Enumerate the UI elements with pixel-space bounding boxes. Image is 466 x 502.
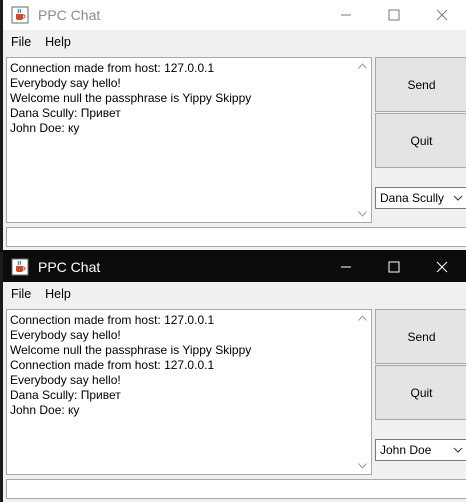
scroll-down-icon[interactable] xyxy=(358,463,367,469)
close-button[interactable] xyxy=(418,252,466,282)
chevron-down-icon xyxy=(453,195,463,201)
minimize-button[interactable] xyxy=(322,0,370,30)
vertical-scrollbar[interactable] xyxy=(354,58,371,222)
maximize-button[interactable] xyxy=(370,0,418,30)
menu-help[interactable]: Help xyxy=(39,287,77,301)
window-title: PPC Chat xyxy=(38,259,101,275)
chat-line: Welcome null the passphrase is Yippy Ski… xyxy=(10,343,252,357)
vertical-scrollbar[interactable] xyxy=(354,310,371,474)
close-icon xyxy=(436,261,448,273)
chat-line: John Doe: ку xyxy=(10,121,80,135)
window-title: PPC Chat xyxy=(38,7,101,23)
quit-button[interactable]: Quit xyxy=(375,365,466,420)
message-input[interactable] xyxy=(6,227,466,247)
minimize-icon xyxy=(341,266,351,268)
minimize-icon xyxy=(341,14,351,16)
user-select-value: John Doe xyxy=(380,443,432,457)
title-bar[interactable]: PPC Chat xyxy=(3,0,466,30)
chat-line: Dana Scully: Привет xyxy=(10,388,121,402)
user-select[interactable]: Dana Scully xyxy=(375,187,466,209)
chat-line: Connection made from host: 127.0.0.1 xyxy=(10,358,215,372)
menu-help[interactable]: Help xyxy=(39,35,77,49)
scroll-up-icon[interactable] xyxy=(358,63,367,69)
chat-line: Dana Scully: Привет xyxy=(10,106,121,120)
menu-bar: File Help xyxy=(3,282,466,306)
chat-log[interactable]: Connection made from host: 127.0.0.1 Eve… xyxy=(6,309,372,475)
send-button[interactable]: Send xyxy=(375,309,466,364)
chat-line: Everybody say hello! xyxy=(10,76,121,90)
menu-bar: File Help xyxy=(3,30,466,54)
chat-window-1: PPC Chat File Help Connection made from … xyxy=(0,0,466,250)
chat-line: Everybody say hello! xyxy=(10,328,121,342)
minimize-button[interactable] xyxy=(322,252,370,282)
message-input[interactable] xyxy=(6,479,466,499)
menu-file[interactable]: File xyxy=(5,287,37,301)
scroll-up-icon[interactable] xyxy=(358,315,367,321)
menu-file[interactable]: File xyxy=(5,35,37,49)
chat-line: Welcome null the passphrase is Yippy Ski… xyxy=(10,91,252,105)
maximize-button[interactable] xyxy=(370,252,418,282)
scroll-down-icon[interactable] xyxy=(358,211,367,217)
maximize-icon xyxy=(388,261,400,273)
chat-line: Everybody say hello! xyxy=(10,373,121,387)
chat-line: Connection made from host: 127.0.0.1 xyxy=(10,313,215,327)
java-cup-icon xyxy=(11,6,29,24)
user-select-value: Dana Scully xyxy=(380,191,445,205)
java-cup-icon xyxy=(11,258,29,276)
send-button[interactable]: Send xyxy=(375,57,466,112)
user-select[interactable]: John Doe xyxy=(375,439,466,461)
chat-lines: Connection made from host: 127.0.0.1 Eve… xyxy=(10,313,353,418)
chat-window-2: PPC Chat File Help Connection made from … xyxy=(0,252,466,502)
close-button[interactable] xyxy=(418,0,466,30)
chat-line: John Doe: ку xyxy=(10,403,80,417)
chat-log[interactable]: Connection made from host: 127.0.0.1 Eve… xyxy=(6,57,372,223)
chevron-down-icon xyxy=(453,447,463,453)
quit-button[interactable]: Quit xyxy=(375,113,466,168)
maximize-icon xyxy=(388,9,400,21)
title-bar[interactable]: PPC Chat xyxy=(3,252,466,282)
chat-line: Connection made from host: 127.0.0.1 xyxy=(10,61,215,75)
chat-lines: Connection made from host: 127.0.0.1 Eve… xyxy=(10,61,353,136)
close-icon xyxy=(436,9,448,21)
